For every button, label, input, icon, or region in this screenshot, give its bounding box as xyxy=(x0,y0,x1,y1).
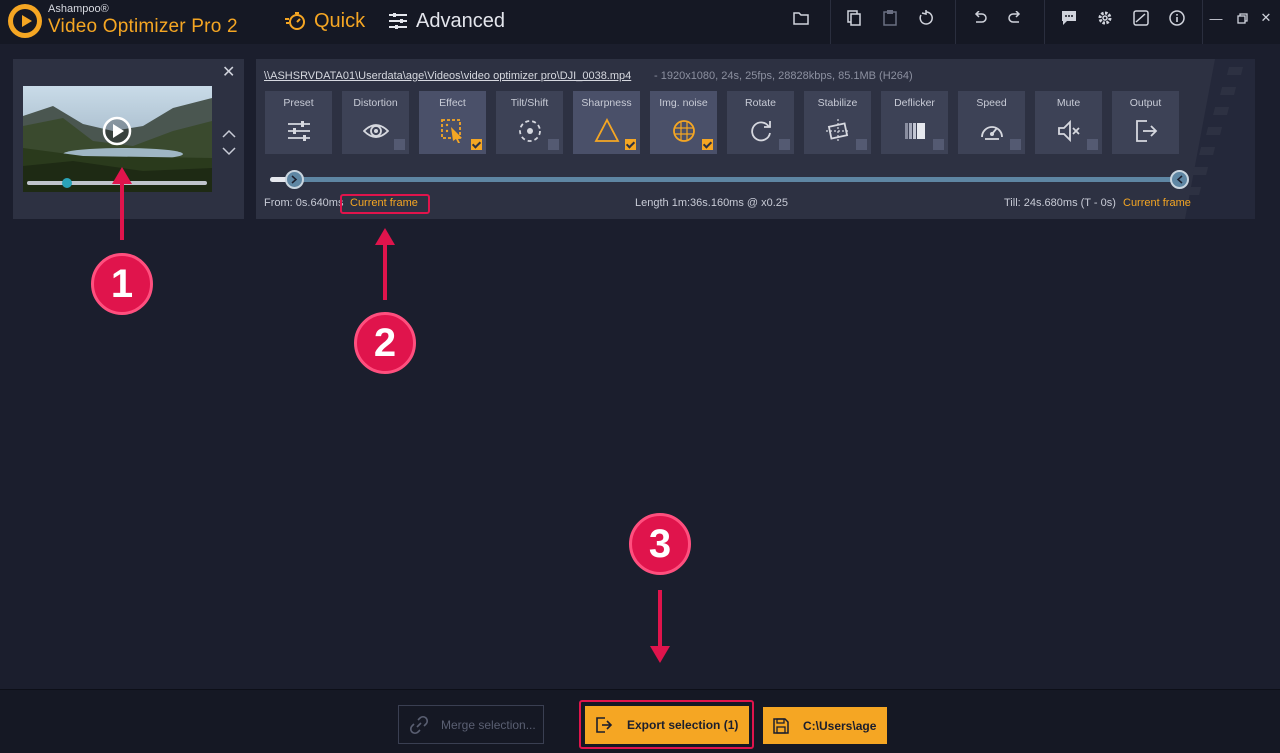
output-folder-label: C:\Users\age xyxy=(803,718,877,733)
merge-selection-label: Merge selection... xyxy=(441,717,536,732)
bottom-bar: Merge selection... Export selection (1) … xyxy=(0,689,1280,753)
annotation-marker-1: 1 xyxy=(91,253,153,315)
export-icon xyxy=(596,717,613,733)
export-selection-label: Export selection (1) xyxy=(627,718,739,732)
annotation-arrows xyxy=(112,167,670,663)
export-selection-button[interactable]: Export selection (1) xyxy=(585,706,749,744)
annotation-marker-3: 3 xyxy=(629,513,691,575)
annotation-marker-2: 2 xyxy=(354,312,416,374)
link-icon xyxy=(409,715,429,734)
merge-selection-button[interactable]: Merge selection... xyxy=(398,705,544,744)
annotation-highlight-current-frame xyxy=(340,194,430,214)
output-folder-button[interactable]: C:\Users\age xyxy=(763,707,887,744)
save-icon xyxy=(773,717,789,734)
